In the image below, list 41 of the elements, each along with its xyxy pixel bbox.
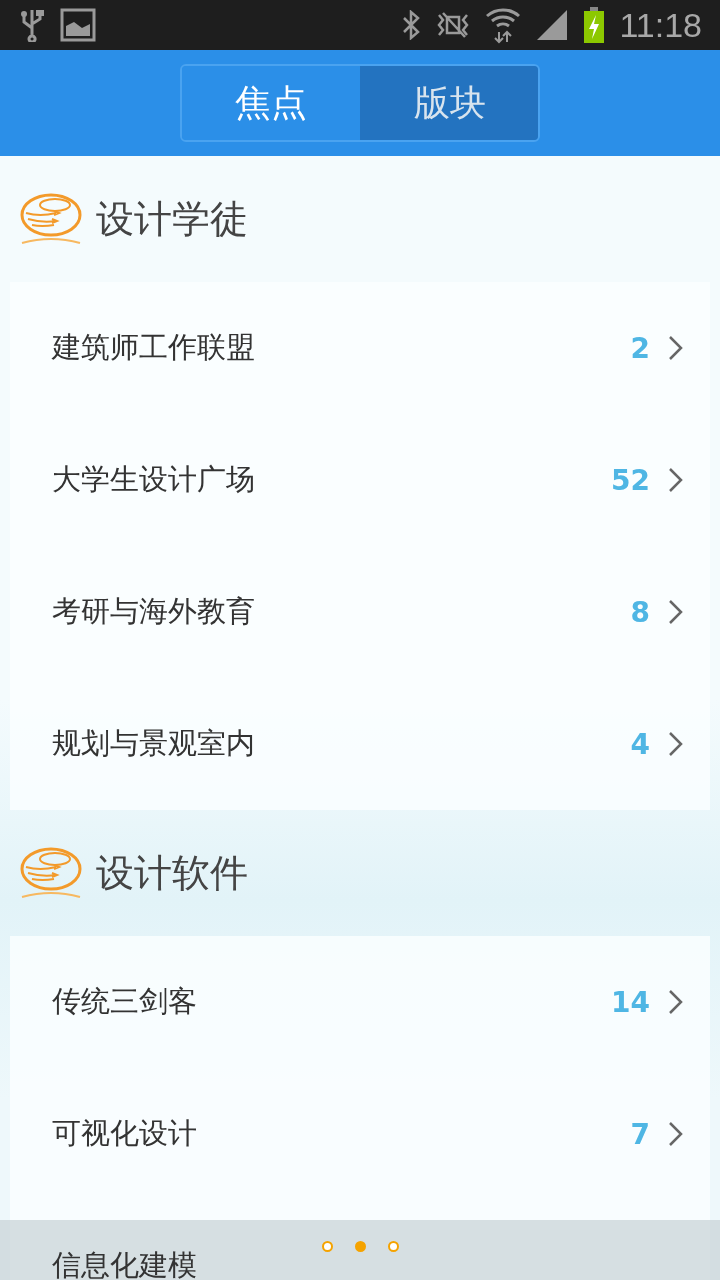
chevron-right-icon: [668, 335, 684, 361]
post-count: 8: [630, 595, 650, 629]
clock-time: 11:18: [619, 5, 702, 45]
swirl-logo-icon: [18, 847, 84, 899]
chevron-right-icon: [668, 467, 684, 493]
bluetooth-icon: [401, 10, 422, 40]
swirl-logo-icon: [18, 193, 84, 245]
forum-row[interactable]: 大学生设计广场 52: [10, 414, 710, 546]
signal-icon: [535, 8, 570, 42]
post-count: 7: [630, 1117, 650, 1151]
forum-name: 传统三剑客: [52, 983, 198, 1020]
forum-row[interactable]: 规划与景观室内 4: [10, 678, 710, 810]
page-indicator-dot[interactable]: [354, 1240, 366, 1252]
forum-name: 大学生设计广场: [52, 461, 256, 498]
chevron-right-icon: [668, 989, 684, 1015]
chevron-right-icon: [668, 599, 684, 625]
forum-name: 信息化建模: [52, 1247, 198, 1280]
usb-icon: [18, 8, 46, 42]
forum-name: 建筑师工作联盟: [52, 329, 256, 366]
tab[interactable]: 版块: [360, 66, 538, 140]
page-indicator-dot[interactable]: [387, 1240, 399, 1252]
wifi-icon: [485, 6, 522, 44]
post-count: 2: [630, 331, 650, 365]
forum-row[interactable]: 传统三剑客 14: [10, 936, 710, 1068]
forum-row[interactable]: 信息化建模: [10, 1200, 710, 1280]
image-icon: [60, 8, 96, 42]
forum-row[interactable]: 可视化设计 7: [10, 1068, 710, 1200]
post-count: 4: [630, 727, 650, 761]
section-title: 设计软件: [96, 849, 248, 897]
post-count: 52: [611, 463, 650, 497]
battery-charging-icon: [583, 7, 606, 43]
forum-name: 可视化设计: [52, 1115, 198, 1152]
section-title: 设计学徒: [96, 195, 248, 243]
post-count: 14: [611, 985, 650, 1019]
forum-row[interactable]: 建筑师工作联盟 2: [10, 282, 710, 414]
forum-row[interactable]: 考研与海外教育 8: [10, 546, 710, 678]
chevron-right-icon: [668, 1121, 684, 1147]
forum-name: 规划与景观室内: [52, 725, 256, 762]
page-indicator-dot[interactable]: [321, 1240, 333, 1252]
chevron-right-icon: [668, 731, 684, 757]
forum-name: 考研与海外教育: [52, 593, 256, 630]
